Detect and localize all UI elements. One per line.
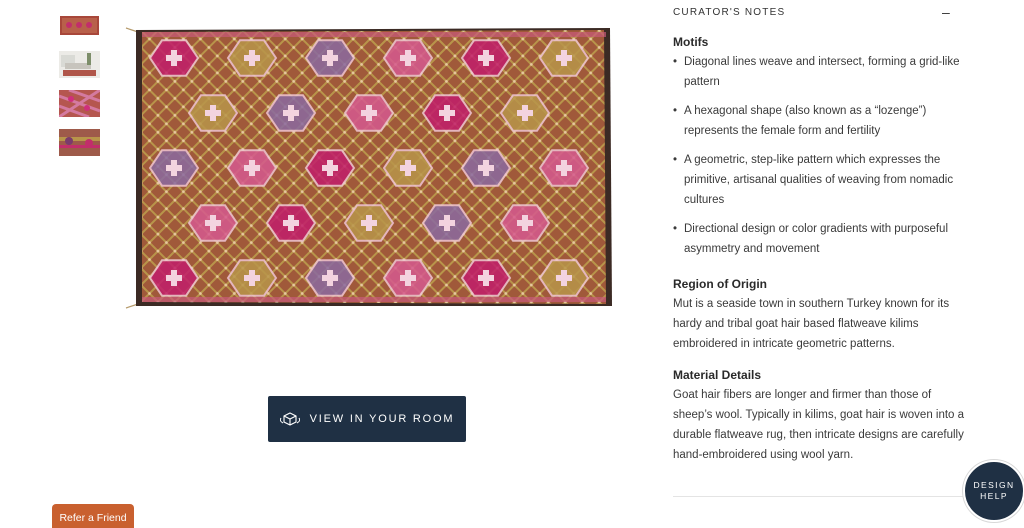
material-title: Material Details <box>673 368 762 382</box>
view-in-room-label: VIEW IN YOUR ROOM <box>309 413 455 425</box>
region-title: Region of Origin <box>673 277 767 291</box>
refer-a-friend-label: Refer a Friend <box>59 512 127 524</box>
region-text: Mut is a seaside town in southern Turkey… <box>673 298 950 350</box>
motifs-title: Motifs <box>673 35 709 49</box>
design-help-line2: HELP <box>980 491 1008 501</box>
list-item: A geometric, step-like pattern which exp… <box>673 150 969 210</box>
curators-notes-header[interactable]: CURATOR'S NOTES – <box>673 0 973 24</box>
material-text: Goat hair fibers are longer and firmer t… <box>673 389 965 461</box>
list-item: Directional design or color gradients wi… <box>673 219 969 259</box>
thumbnail-strip <box>59 12 100 168</box>
divider <box>673 496 965 497</box>
design-help-line1: DESIGN <box>973 480 1015 490</box>
rug-main-image <box>124 22 614 314</box>
thumbnail-rug-detail[interactable] <box>59 129 100 156</box>
design-help-button[interactable]: DESIGN HELP <box>963 460 1024 522</box>
refer-a-friend-tab[interactable]: Refer a Friend <box>52 504 134 528</box>
motifs-list: Diagonal lines weave and intersect, form… <box>673 52 969 268</box>
thumbnail-rug-front[interactable] <box>59 12 100 39</box>
ar-cube-icon <box>279 412 300 426</box>
thumbnail-rug-closeup[interactable] <box>59 90 100 117</box>
list-item: A hexagonal shape (also known as a “loze… <box>673 101 969 141</box>
curators-notes-heading: CURATOR'S NOTES <box>673 6 786 18</box>
curators-notes-panel: CURATOR'S NOTES – Motifs Diagonal lines … <box>673 0 973 461</box>
rug-illustration <box>125 27 612 309</box>
thumbnail-rug-room[interactable] <box>59 51 100 78</box>
view-in-room-button[interactable]: VIEW IN YOUR ROOM <box>268 396 466 442</box>
collapse-icon[interactable]: – <box>942 4 951 20</box>
list-item: Diagonal lines weave and intersect, form… <box>673 52 969 92</box>
